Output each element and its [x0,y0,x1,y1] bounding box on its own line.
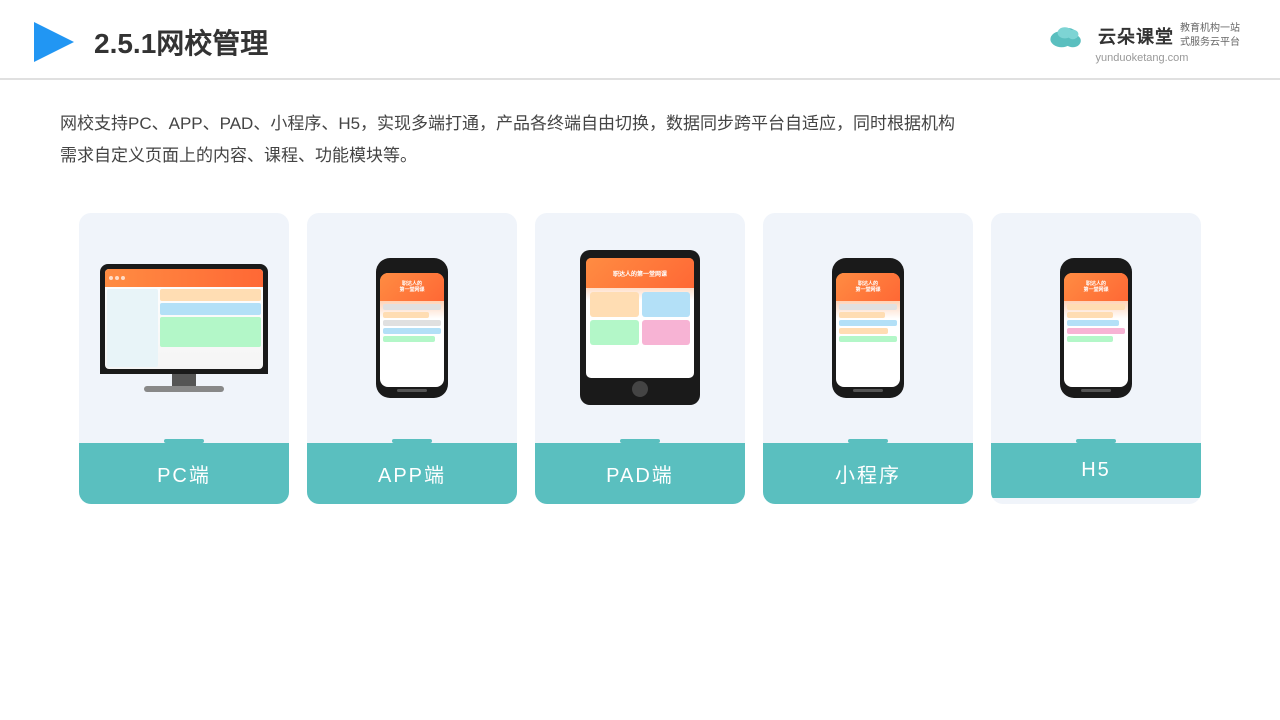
page-title: 2.5.1网校管理 [94,22,268,62]
logo-name: 云朵课堂 [1098,23,1174,49]
logo-area: 云朵课堂 教育机构一站 式服务云平台 yunduoketang.com [1044,20,1240,64]
logo-tagline: 教育机构一站 式服务云平台 [1180,22,1240,50]
desc-content: 网校支持PC、APP、PAD、小程序、H5，实现多端打通，产品各终端自由切换，数… [60,114,955,165]
card-pc: PC端 [79,213,289,504]
page-header: 2.5.1网校管理 云朵课堂 教育机构一站 式服务云平台 yunduoketan… [0,0,1280,80]
pc-mockup [100,264,268,392]
card-miniapp-image: 职达人的第一堂网课 [763,213,973,433]
card-label-h5: H5 [991,443,1201,498]
cloud-icon [1044,20,1092,52]
tablet-mockup: 职达人的第一堂网课 [580,250,700,405]
card-miniapp: 职达人的第一堂网课 小程序 [763,213,973,504]
play-icon [30,18,78,66]
cards-container: PC端 职达人的第一堂网课 [0,183,1280,524]
card-label-pad: PAD端 [535,443,745,504]
card-label-pc: PC端 [79,443,289,504]
phone-mockup-app: 职达人的第一堂网课 [376,258,448,398]
card-app-image: 职达人的第一堂网课 [307,213,517,433]
card-h5: 职达人的第一堂网课 H5 [991,213,1201,504]
card-pad: 职达人的第一堂网课 PAD端 [535,213,745,504]
description-text: 网校支持PC、APP、PAD、小程序、H5，实现多端打通，产品各终端自由切换，数… [0,80,1280,183]
card-pc-image [79,213,289,433]
card-app: 职达人的第一堂网课 APP端 [307,213,517,504]
card-h5-image: 职达人的第一堂网课 [991,213,1201,433]
phone-mockup-miniapp: 职达人的第一堂网课 [832,258,904,398]
card-label-app: APP端 [307,443,517,504]
logo-cloud: 云朵课堂 教育机构一站 式服务云平台 [1044,20,1240,52]
card-pad-image: 职达人的第一堂网课 [535,213,745,433]
logo-url: yunduoketang.com [1096,52,1189,64]
card-label-miniapp: 小程序 [763,443,973,504]
phone-mockup-h5: 职达人的第一堂网课 [1060,258,1132,398]
header-left: 2.5.1网校管理 [30,18,268,66]
